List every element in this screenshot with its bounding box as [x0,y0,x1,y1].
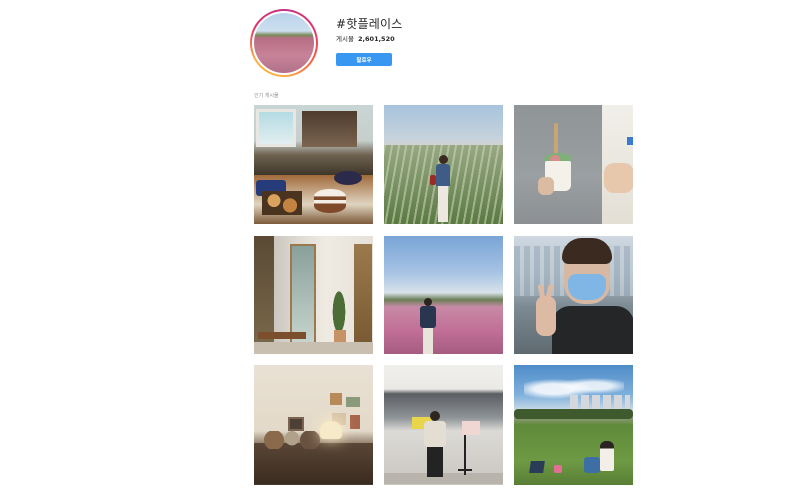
post-tile-ice-cream-cup[interactable] [514,105,633,224]
hashtag-title: #핫플레이스 [336,17,403,31]
post-tile-pink-muhly-field[interactable] [384,236,503,354]
hashtag-avatar [254,13,314,73]
hashtag-page: #핫플레이스 게시물 2,601,520 팔로우 인기 게시물 [0,0,794,493]
follow-button[interactable]: 팔로우 [336,53,392,66]
post-tile-pampas-grass-field[interactable] [384,105,503,224]
post-tile-cafe-counter[interactable] [384,365,503,485]
top-posts-label: 인기 게시물 [254,93,279,99]
post-tile-masked-selfie[interactable] [514,236,633,354]
post-count-value: 2,601,520 [358,35,395,43]
post-tile-door-room-plant[interactable] [254,236,373,354]
post-tile-bakery-counter[interactable] [254,105,373,224]
post-count: 게시물 2,601,520 [336,33,395,43]
post-tile-park-lawn[interactable] [514,365,633,485]
post-tile-vintage-room[interactable] [254,365,373,485]
hashtag-avatar-ring [250,9,318,77]
post-count-label: 게시물 [336,35,354,43]
